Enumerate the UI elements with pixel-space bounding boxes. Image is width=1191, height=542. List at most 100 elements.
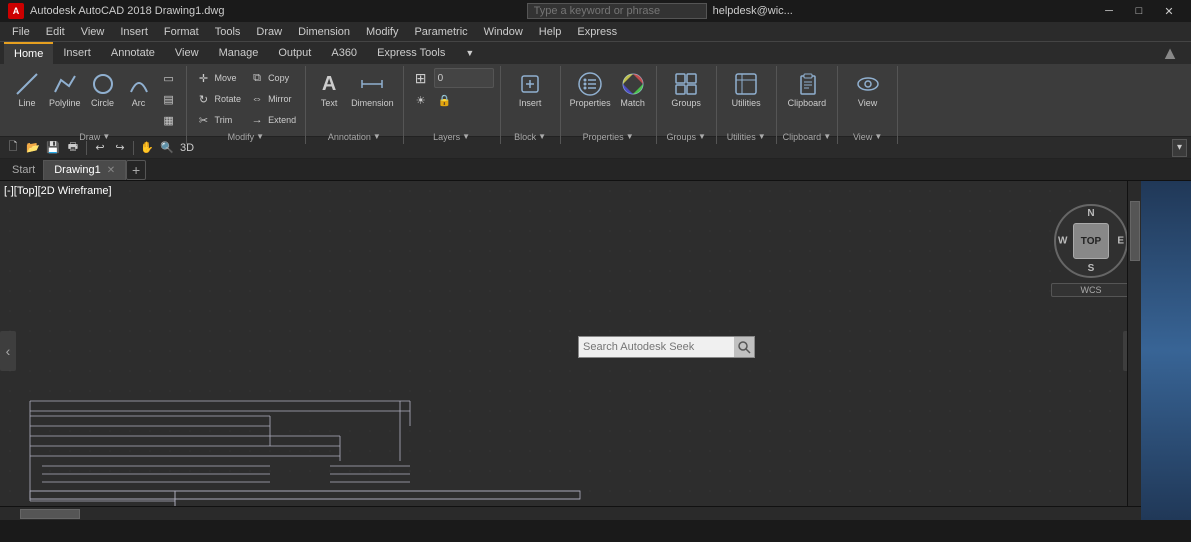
ribbon-btn-copy[interactable]: ⧉Copy — [246, 68, 299, 88]
close-button[interactable]: ✕ — [1155, 3, 1183, 19]
toolbar-3d-btn[interactable]: 3D — [178, 139, 196, 157]
tab-output[interactable]: Output — [268, 42, 321, 64]
menu-edit[interactable]: Edit — [38, 22, 73, 42]
menu-window[interactable]: Window — [476, 22, 531, 42]
vscroll-thumb[interactable] — [1130, 201, 1140, 261]
block-dropdown[interactable]: ▼ — [538, 132, 546, 141]
ribbon-btn-text[interactable]: A Text — [312, 68, 346, 111]
minimize-button[interactable]: ─ — [1095, 3, 1123, 19]
layers-group-label-btn[interactable]: Layers ▼ — [433, 130, 470, 142]
toolbar-save-btn[interactable]: 💾 — [44, 139, 62, 157]
menu-dimension[interactable]: Dimension — [290, 22, 358, 42]
utilities-group-label-btn[interactable]: Utilities ▼ — [727, 130, 766, 142]
ribbon-btn-clipboard[interactable]: Clipboard — [785, 68, 830, 111]
drawing-tabs: Start Drawing1 ✕ + — [0, 159, 1191, 181]
ribbon-btn-circle[interactable]: Circle — [86, 68, 120, 111]
ribbon-btn-hatch[interactable]: ▤ — [158, 89, 180, 109]
toolbar-plot-btn[interactable]: 🖶 — [64, 139, 82, 157]
annotation-group-label-btn[interactable]: Annotation ▼ — [328, 130, 381, 142]
canvas-area[interactable]: [-][Top][2D Wireframe] TOP N S W E WCS ‹… — [0, 181, 1191, 520]
block-group-label-btn[interactable]: Block ▼ — [514, 130, 546, 142]
toolbar-zoom-btn[interactable]: 🔍 — [158, 139, 176, 157]
extend-icon: → — [249, 112, 265, 128]
ribbon-btn-rotate[interactable]: ↻Rotate — [193, 89, 245, 109]
ribbon-btn-rect[interactable]: ▭ — [158, 68, 180, 88]
drawing1-close-icon[interactable]: ✕ — [107, 165, 115, 176]
ribbon-btn-line[interactable]: Line — [10, 68, 44, 111]
ribbon: Home Insert Annotate View Manage Output … — [0, 42, 1191, 137]
tab-drawing1[interactable]: Drawing1 ✕ — [43, 160, 126, 180]
ribbon-btn-move[interactable]: ✛Move — [193, 68, 245, 88]
tab-a360[interactable]: A360 — [321, 42, 367, 64]
tab-insert[interactable]: Insert — [53, 42, 101, 64]
tab-manage[interactable]: Manage — [209, 42, 269, 64]
vscroll[interactable] — [1127, 181, 1141, 520]
view-group-label-btn[interactable]: View ▼ — [853, 130, 882, 142]
ribbon-btn-polyline[interactable]: Polyline — [46, 68, 84, 111]
menu-view[interactable]: View — [73, 22, 113, 42]
toolbar-open-btn[interactable]: 📂 — [24, 139, 42, 157]
canvas-nav-left[interactable]: ‹ — [0, 331, 16, 371]
groups-group-label-btn[interactable]: Groups ▼ — [666, 130, 705, 142]
restore-button[interactable]: □ — [1125, 3, 1153, 19]
view-dropdown[interactable]: ▼ — [874, 132, 882, 141]
groups-dropdown[interactable]: ▼ — [698, 132, 706, 141]
layers-dropdown[interactable]: ▼ — [462, 132, 470, 141]
layers-properties-btn[interactable]: ⊞ — [410, 68, 432, 88]
ribbon-btn-gradient[interactable]: ▦ — [158, 110, 180, 130]
seek-button[interactable] — [734, 337, 754, 357]
toolbar-pan-btn[interactable]: ✋ — [138, 139, 156, 157]
utilities-dropdown[interactable]: ▼ — [758, 132, 766, 141]
ribbon-btn-dimension[interactable]: Dimension — [348, 68, 397, 111]
annotation-dropdown[interactable]: ▼ — [373, 132, 381, 141]
navcube-ring[interactable]: TOP N S W E — [1054, 204, 1128, 278]
tab-add-button[interactable]: + — [126, 160, 146, 180]
menu-express[interactable]: Express — [569, 22, 625, 42]
menu-format[interactable]: Format — [156, 22, 207, 42]
clipboard-group-label-btn[interactable]: Clipboard ▼ — [783, 130, 831, 142]
hscroll[interactable] — [0, 506, 1141, 520]
menu-file[interactable]: File — [4, 22, 38, 42]
seek-input[interactable] — [579, 339, 734, 355]
ribbon-btn-trim[interactable]: ✂Trim — [193, 110, 245, 130]
ribbon-btn-properties[interactable]: Properties — [567, 68, 614, 111]
layer-dropdown-btn[interactable]: 0 — [434, 68, 494, 88]
layer-lock-btn[interactable]: 🔒 — [434, 90, 456, 110]
tab-start[interactable]: Start — [4, 160, 43, 180]
ribbon-btn-groups[interactable]: Groups — [668, 68, 704, 111]
ribbon-btn-arc[interactable]: Arc — [122, 68, 156, 111]
menu-insert[interactable]: Insert — [112, 22, 156, 42]
toolbar-new-btn[interactable]: 🗋 — [4, 139, 22, 157]
menu-parametric[interactable]: Parametric — [406, 22, 475, 42]
ribbon-btn-view[interactable]: View — [851, 68, 885, 111]
navcube[interactable]: TOP N S W E WCS — [1051, 201, 1131, 321]
ribbon-btn-extend[interactable]: →Extend — [246, 110, 299, 130]
modify-dropdown[interactable]: ▼ — [256, 132, 264, 141]
ribbon-btn-insert[interactable]: Insert — [513, 68, 547, 111]
properties-group-label-btn[interactable]: Properties ▼ — [583, 130, 634, 142]
navcube-compass[interactable]: TOP N S W E — [1051, 201, 1131, 281]
ribbon-btn-match-props[interactable]: Match — [616, 68, 650, 111]
ribbon-btn-mirror[interactable]: ⇔Mirror — [246, 89, 299, 109]
toolbar-dropdown[interactable]: ▾ — [1172, 139, 1187, 157]
menu-help[interactable]: Help — [531, 22, 570, 42]
menu-draw[interactable]: Draw — [248, 22, 290, 42]
tab-home[interactable]: Home — [4, 42, 53, 64]
properties-dropdown[interactable]: ▼ — [626, 132, 634, 141]
menu-tools[interactable]: Tools — [207, 22, 249, 42]
modify-group-label-btn[interactable]: Modify ▼ — [228, 130, 264, 142]
tab-annotate[interactable]: Annotate — [101, 42, 165, 64]
tab-view[interactable]: View — [165, 42, 209, 64]
navcube-face[interactable]: TOP — [1073, 223, 1109, 259]
menu-modify[interactable]: Modify — [358, 22, 406, 42]
title-search-input[interactable] — [527, 3, 707, 19]
tab-more[interactable]: ▼ — [455, 42, 484, 64]
toolbar-undo-btn[interactable]: ↩ — [91, 139, 109, 157]
toolbar-redo-btn[interactable]: ↪ — [111, 139, 129, 157]
ribbon-collapse-btn[interactable]: ▲ — [1153, 43, 1187, 64]
hscroll-thumb[interactable] — [20, 509, 80, 519]
clipboard-dropdown[interactable]: ▼ — [823, 132, 831, 141]
ribbon-btn-utilities[interactable]: Utilities — [729, 68, 764, 111]
tab-express-tools[interactable]: Express Tools — [367, 42, 455, 64]
layer-freeze-btn[interactable]: ☀ — [410, 90, 432, 110]
